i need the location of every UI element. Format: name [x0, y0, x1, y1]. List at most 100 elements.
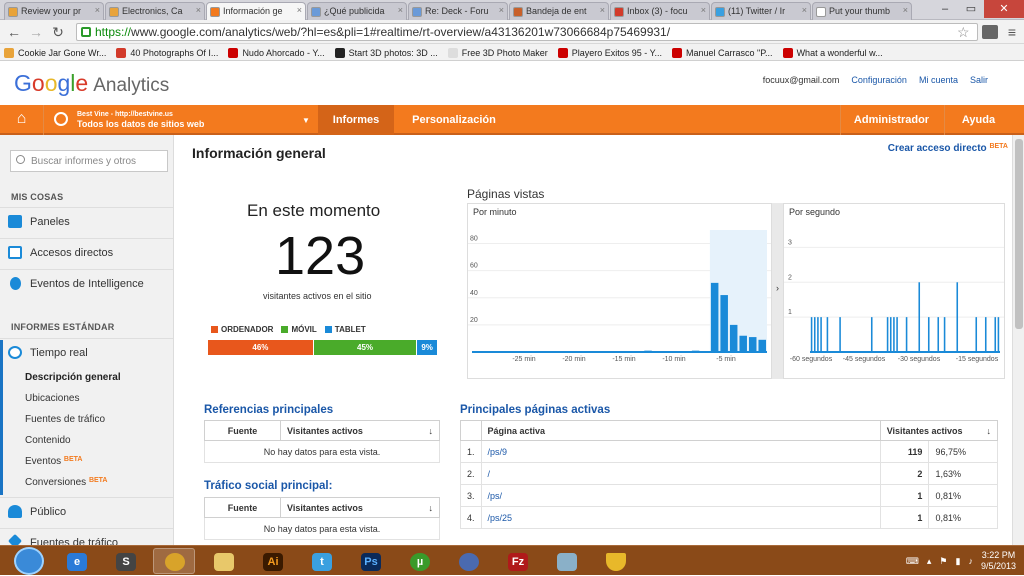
chart-bar[interactable]: [810, 317, 813, 352]
chart-divider[interactable]: ›: [772, 203, 783, 379]
col-page[interactable]: Página activa: [480, 420, 881, 441]
col-active-visitors[interactable]: Visitantes activos ↓: [879, 420, 999, 441]
browser-tab[interactable]: (11) Twitter / Ir ×: [711, 2, 811, 20]
chart-bar[interactable]: [820, 317, 822, 352]
close-tab-icon[interactable]: ×: [600, 5, 605, 15]
admin-link[interactable]: Administrador: [840, 105, 942, 135]
bookmark-item[interactable]: Cookie Jar Gone Wr...: [0, 44, 112, 61]
col-active-visitors[interactable]: Visitantes activos ↓: [280, 497, 440, 518]
sidebar-sub-events[interactable]: Eventos BETA: [25, 456, 82, 467]
close-tab-icon[interactable]: ×: [398, 5, 403, 15]
reload-icon[interactable]: ↻: [50, 24, 66, 41]
bookmark-item[interactable]: Nudo Ahorcado - Y...: [224, 44, 330, 61]
chart-bar[interactable]: [956, 282, 959, 352]
chevron-up-icon[interactable]: ▴: [927, 556, 932, 567]
create-shortcut-link[interactable]: Crear acceso directo BETA: [888, 143, 1008, 154]
chart-bar[interactable]: [813, 317, 816, 352]
extension-icon[interactable]: [982, 25, 998, 39]
chart-bar[interactable]: [817, 317, 819, 352]
taskbar-security[interactable]: [594, 548, 636, 574]
chart-bar[interactable]: [720, 295, 728, 352]
my-account-link[interactable]: Mi cuenta: [919, 75, 958, 85]
chart-bar[interactable]: [937, 317, 940, 352]
back-icon[interactable]: ←: [6, 24, 22, 40]
system-clock[interactable]: 3:22 PM 9/5/2013: [981, 550, 1016, 572]
sidebar-sub-conversions[interactable]: Conversiones BETA: [25, 477, 107, 488]
browser-tab[interactable]: Re: Deck - Foru ×: [408, 2, 508, 20]
chevron-down-icon[interactable]: ▼: [302, 116, 310, 125]
row-page-link[interactable]: /ps/9: [480, 440, 881, 463]
bookmark-item[interactable]: 40 Photographs Of I...: [112, 44, 224, 61]
taskbar-ie[interactable]: e: [55, 548, 97, 574]
browser-tab[interactable]: Put your thumb ×: [812, 2, 912, 20]
start-button[interactable]: [14, 547, 44, 575]
chart-bar[interactable]: [739, 335, 747, 352]
browser-tab[interactable]: Electronics, Ca ×: [105, 2, 205, 20]
sidebar-item-realtime[interactable]: Tiempo real: [0, 338, 173, 366]
browser-tab[interactable]: Información ge ×: [206, 2, 306, 21]
bookmark-item[interactable]: Manuel Carrasco "P...: [668, 44, 779, 61]
chart-bar[interactable]: [839, 317, 841, 352]
col-source[interactable]: Fuente: [204, 497, 281, 518]
sidebar-item-dashboards[interactable]: Paneles: [0, 207, 173, 235]
chart-bar[interactable]: [905, 317, 908, 352]
close-tab-icon[interactable]: ×: [701, 5, 706, 15]
taskbar-explorer[interactable]: [202, 548, 244, 574]
chart-bar[interactable]: [748, 337, 757, 352]
property-view[interactable]: Todos los datos de sitios web: [77, 119, 204, 129]
close-tab-icon[interactable]: ×: [802, 5, 807, 15]
sidebar-item-intelligence[interactable]: Eventos de Intelligence: [0, 269, 173, 297]
chart-bar[interactable]: [758, 339, 766, 352]
sidebar-sub-traffic[interactable]: Fuentes de tráfico: [25, 414, 105, 425]
keyboard-icon[interactable]: ⌨: [906, 556, 919, 567]
flag-icon[interactable]: ⚑: [939, 556, 947, 567]
forward-icon[interactable]: →: [28, 24, 44, 40]
taskbar-app[interactable]: S: [104, 548, 146, 574]
chart-bar[interactable]: [729, 324, 738, 352]
chart-bar[interactable]: [826, 317, 829, 352]
browser-tab[interactable]: Review your pr ×: [4, 2, 104, 20]
bookmark-item[interactable]: Start 3D photos: 3D ...: [331, 44, 444, 61]
home-icon[interactable]: ⌂: [0, 105, 44, 135]
browser-tab[interactable]: Inbox (3) - focu ×: [610, 2, 710, 20]
scrollbar-thumb[interactable]: [1015, 139, 1023, 329]
close-tab-icon[interactable]: ×: [196, 5, 201, 15]
col-source[interactable]: Fuente: [204, 420, 281, 441]
browser-tab[interactable]: Bandeja de ent ×: [509, 2, 609, 20]
taskbar-app2[interactable]: [447, 548, 489, 574]
taskbar-photoshop[interactable]: Ps: [349, 548, 391, 574]
taskbar-filezilla[interactable]: Fz: [496, 548, 538, 574]
chart-bar[interactable]: [927, 317, 930, 352]
close-window-button[interactable]: ✕: [984, 0, 1024, 18]
row-page-link[interactable]: /ps/: [480, 484, 881, 507]
bookmark-item[interactable]: What a wonderful w...: [779, 44, 889, 61]
chart-bar[interactable]: [994, 317, 997, 352]
sidebar-sub-content[interactable]: Contenido: [25, 435, 71, 446]
chart-bar[interactable]: [896, 317, 898, 352]
taskbar-utorrent[interactable]: µ: [398, 548, 440, 574]
search-input[interactable]: Buscar informes y otros: [10, 150, 168, 172]
close-tab-icon[interactable]: ×: [903, 5, 908, 15]
row-page-link[interactable]: /: [480, 462, 881, 485]
sidebar-item-traffic-sources[interactable]: Fuentes de tráfico: [0, 528, 173, 545]
minimize-button[interactable]: –: [932, 0, 958, 18]
bookmark-item[interactable]: Playero Exitos 95 - Y...: [554, 44, 668, 61]
sidebar-sub-overview[interactable]: Descripción general: [25, 372, 121, 383]
help-link[interactable]: Ayuda: [944, 105, 1012, 135]
chart-bar[interactable]: [997, 317, 1000, 352]
chart-bar[interactable]: [889, 317, 892, 352]
chart-bar[interactable]: [943, 317, 946, 352]
chart-bar[interactable]: [710, 282, 719, 352]
browser-tab[interactable]: ¿Qué publicida ×: [307, 2, 407, 20]
chart-bar[interactable]: [886, 317, 889, 352]
sidebar-item-audience[interactable]: Público: [0, 497, 173, 525]
chart-bar[interactable]: [870, 317, 873, 352]
taskbar-illustrator[interactable]: Ai: [251, 548, 293, 574]
taskbar-twitter[interactable]: t: [300, 548, 342, 574]
col-active-visitors[interactable]: Visitantes activos ↓: [280, 420, 440, 441]
taskbar-app3[interactable]: [545, 548, 587, 574]
bookmark-star-icon[interactable]: ☆: [957, 24, 970, 41]
chart-bar[interactable]: [975, 317, 978, 352]
close-tab-icon[interactable]: ×: [499, 5, 504, 15]
battery-icon[interactable]: ▮: [956, 556, 961, 567]
